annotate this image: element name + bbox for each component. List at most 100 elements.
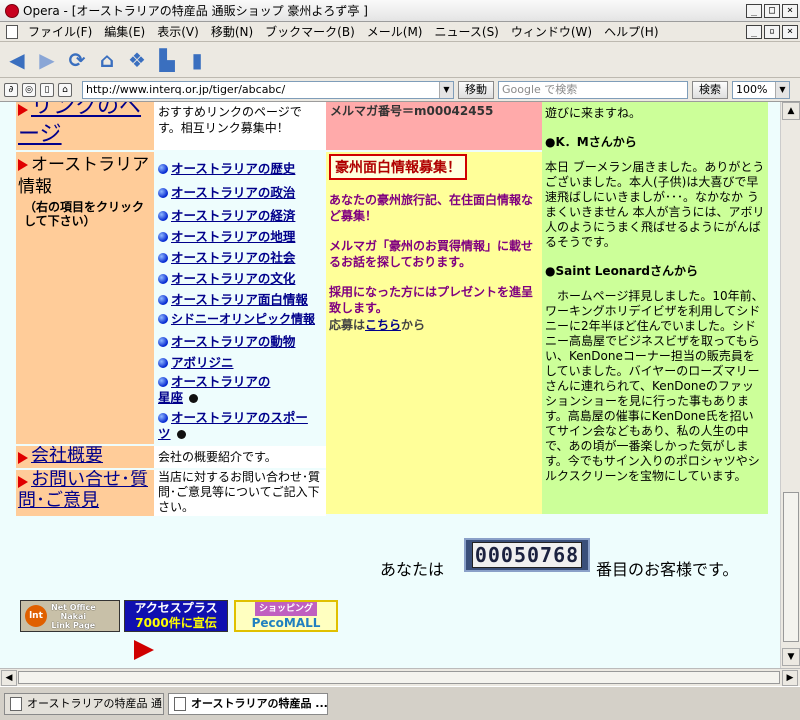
url-input[interactable]: http://www.interq.or.jp/tiger/abcabc/▼ <box>82 80 454 99</box>
scroll-right-icon[interactable]: ▶ <box>782 670 798 686</box>
scroll-thumb[interactable] <box>783 492 799 642</box>
aus-link[interactable]: オーストラリアの星座 <box>158 374 270 405</box>
banner-text: Nakai <box>60 611 87 621</box>
search-input[interactable]: Google で検索 <box>498 80 688 99</box>
go-button[interactable]: 移動 <box>458 80 494 99</box>
aus-link[interactable]: オーストラリアの歴史 <box>171 161 295 176</box>
aus-link[interactable]: オーストラリアの動物 <box>171 334 295 349</box>
menu-bookmarks[interactable]: ブックマーク(B) <box>259 23 361 40</box>
new-bomb-icon <box>176 430 186 439</box>
menu-mail[interactable]: メール(M) <box>361 23 429 40</box>
apply-link[interactable]: こちら <box>365 318 401 332</box>
page-tab-2[interactable]: オーストラリアの特産品 ... <box>168 693 328 715</box>
navigation-toolbar: ◀ ▶ ⟳ ⌂ ❖ ▙ ▮ <box>0 42 800 78</box>
cookie-icon[interactable]: ◎ <box>22 82 36 97</box>
menu-news[interactable]: ニュース(S) <box>428 23 504 40</box>
banner-text: Link Page <box>51 620 96 630</box>
aus-link[interactable]: オーストラリアの文化 <box>171 271 295 286</box>
opera-logo-icon <box>5 3 19 18</box>
scroll-left-icon[interactable]: ◀ <box>1 670 17 686</box>
apply-suffix: から <box>401 318 426 332</box>
menu-bar: ファイル(F) 編集(E) 表示(V) 移動(N) ブックマーク(B) メール(… <box>0 22 800 42</box>
horizontal-scrollbar[interactable]: ◀ ▶ <box>0 668 800 686</box>
nav-cell-aus-info: オーストラリア情報 （右の項目をクリックして下さい） <box>16 152 154 444</box>
aus-link[interactable]: シドニーオリンピック情報 <box>171 312 315 326</box>
page-icon <box>10 697 22 711</box>
mdi-close-button[interactable]: × <box>782 24 798 39</box>
maximize-button[interactable]: □ <box>764 3 780 18</box>
page-icon[interactable]: ▮ <box>186 48 208 72</box>
bullet-icon <box>158 164 168 174</box>
forward-icon[interactable]: ▶ <box>36 48 58 72</box>
print-icon[interactable]: ▙ <box>156 48 178 72</box>
recruit-text-2: メルマガ「豪州のお買得情報」に載せるお話を探しております。 <box>329 239 534 269</box>
home-icon[interactable]: ⌂ <box>96 48 118 72</box>
desc-contact: 当店に対するお問い合わせ･質問･ご意見等についてご記入下さい。 <box>154 470 326 516</box>
menu-view[interactable]: 表示(V) <box>151 23 205 40</box>
aus-link[interactable]: アボリジニ <box>171 355 234 370</box>
bullet-icon <box>158 253 168 263</box>
menu-file[interactable]: ファイル(F) <box>22 23 98 40</box>
zoom-select[interactable]: 100% ▼ <box>732 80 790 99</box>
bullet-icon <box>158 211 168 221</box>
red-arrow-icon <box>18 475 28 488</box>
testimonial-name-2: ●Saint Leonardさんから <box>545 264 698 278</box>
aus-link[interactable]: オーストラリア面白情報 <box>171 292 308 307</box>
page-tab-bar: オーストラリアの特産品 通... オーストラリアの特産品 ... <box>0 686 800 720</box>
page-info-icon[interactable]: ▯ <box>40 82 54 97</box>
counter-prefix: あなたは <box>380 560 445 579</box>
bullet-icon <box>158 377 168 387</box>
back-icon[interactable]: ◀ <box>6 48 28 72</box>
red-arrow-icon <box>18 103 28 116</box>
menu-help[interactable]: ヘルプ(H) <box>598 23 664 40</box>
print-small-icon[interactable]: ⌂ <box>58 82 72 97</box>
bullet-icon <box>158 295 168 305</box>
recruit-title: 豪州面白情報募集！ <box>329 154 467 180</box>
mailmag-number: メルマガ番号＝m00042455 <box>326 102 542 150</box>
mdi-restore-button[interactable]: ▫ <box>764 24 780 39</box>
pecomall-banner[interactable]: ショッピング PecoMALL <box>234 600 338 632</box>
banner-text: ショッピング <box>254 602 317 616</box>
apply-prefix: 応募は <box>329 318 366 332</box>
bullet-icon <box>158 358 168 368</box>
search-button[interactable]: 検索 <box>692 80 728 99</box>
url-dropdown-icon[interactable]: ▼ <box>439 81 453 98</box>
netoffice-banner[interactable]: lnt Net Office Nakai Link Page <box>20 600 120 632</box>
nav-link-contact[interactable]: お問い合せ･質問･ご意見 <box>18 470 148 511</box>
bullet-icon <box>158 337 168 347</box>
aus-info-note: （右の項目をクリックして下さい） <box>24 200 145 228</box>
security-icon[interactable]: ∂ <box>4 82 18 97</box>
netoffice-logo-icon: lnt <box>25 605 47 627</box>
hscroll-thumb[interactable] <box>18 671 780 684</box>
aus-link[interactable]: オーストラリアの社会 <box>171 250 295 265</box>
minimize-button[interactable]: _ <box>746 3 762 18</box>
nav-cell-company: 会社概要 <box>16 446 154 468</box>
page-tab-1[interactable]: オーストラリアの特産品 通... <box>4 693 164 715</box>
menu-window[interactable]: ウィンドウ(W) <box>505 23 598 40</box>
nav-link-links[interactable]: リンクのページ <box>18 102 141 147</box>
aus-link[interactable]: オーストラリアの地理 <box>171 229 295 244</box>
reload-icon[interactable]: ⟳ <box>66 48 88 72</box>
nav-link-company[interactable]: 会社概要 <box>31 446 103 466</box>
bullet-icon <box>158 188 168 198</box>
mdi-minimize-button[interactable]: _ <box>746 24 762 39</box>
aus-link[interactable]: オーストラリアの経済 <box>171 208 295 223</box>
banner-text: アクセスプラス <box>134 601 218 615</box>
close-button[interactable]: × <box>782 3 798 18</box>
title-bar: Opera - [オーストラリアの特産品 通販ショップ 豪州よろず亭 ] _ □… <box>0 0 800 22</box>
menu-navigation[interactable]: 移動(N) <box>205 23 259 40</box>
hotlist-icon[interactable]: ❖ <box>126 48 148 72</box>
bullet-icon <box>158 232 168 242</box>
aus-links-list: オーストラリアの歴史 オーストラリアの政治 オーストラリアの経済 オーストラリア… <box>154 152 326 444</box>
scroll-up-icon[interactable]: ▲ <box>782 102 800 120</box>
document-icon <box>6 24 18 39</box>
vertical-scrollbar[interactable]: ▲ ▼ <box>780 102 800 668</box>
aus-link[interactable]: オーストラリアの政治 <box>171 185 295 200</box>
accessplus-banner[interactable]: アクセスプラス 7000件に宣伝 <box>124 600 228 632</box>
menu-edit[interactable]: 編集(E) <box>98 23 151 40</box>
zoom-dropdown-icon[interactable]: ▼ <box>775 81 789 98</box>
red-arrow-icon[interactable] <box>134 640 154 660</box>
scroll-down-icon[interactable]: ▼ <box>782 648 800 666</box>
nav-cell-links: リンクのページ <box>16 102 154 150</box>
page-icon <box>174 697 186 711</box>
